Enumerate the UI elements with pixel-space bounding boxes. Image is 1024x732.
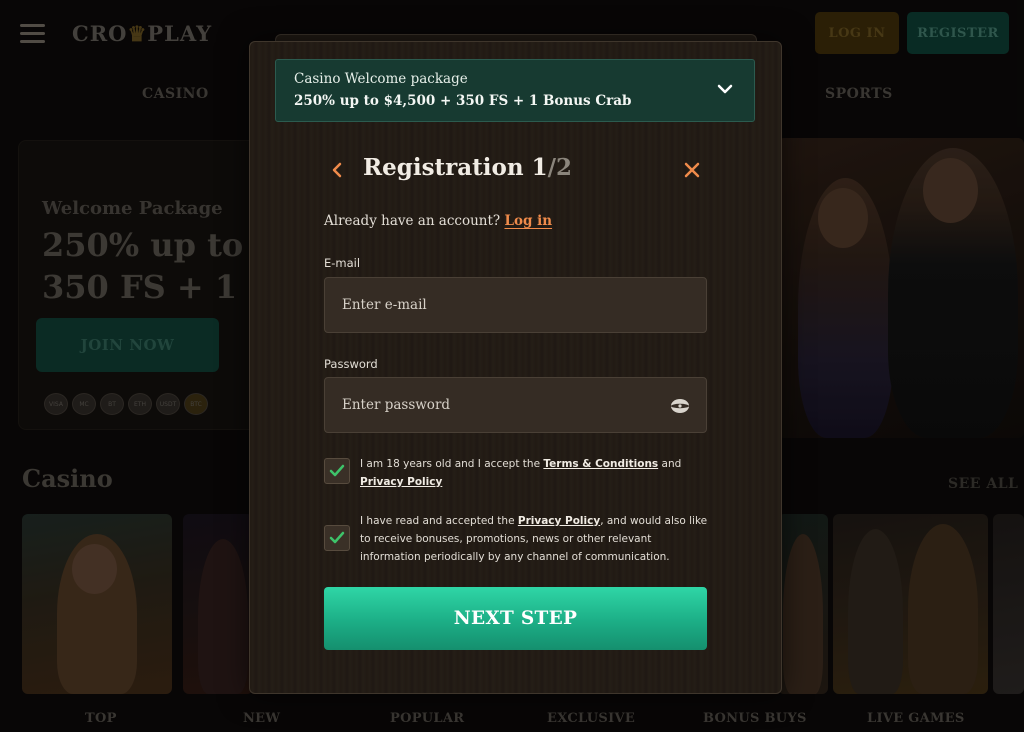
terms-conditions-link[interactable]: Terms & Conditions xyxy=(543,458,658,470)
password-field-wrapper xyxy=(324,377,707,433)
privacy-policy-link[interactable]: Privacy Policy xyxy=(360,476,442,488)
checkmark-icon xyxy=(329,531,345,544)
email-field-wrapper xyxy=(324,277,707,333)
email-field[interactable] xyxy=(325,278,706,332)
close-icon[interactable] xyxy=(683,161,701,179)
privacy-policy-link[interactable]: Privacy Policy xyxy=(518,515,600,527)
package-label: Casino Welcome package xyxy=(294,71,468,87)
package-value: 250% up to $4,500 + 350 FS + 1 Bonus Cra… xyxy=(294,93,632,109)
welcome-package-dropdown[interactable]: Casino Welcome package 250% up to $4,500… xyxy=(275,59,755,122)
age-terms-text: I am 18 years old and I accept the Terms… xyxy=(360,458,682,488)
chevron-down-icon[interactable] xyxy=(716,80,734,98)
marketing-consent-checkbox[interactable] xyxy=(324,525,350,551)
email-label: E-mail xyxy=(324,256,361,270)
next-step-button[interactable]: NEXT STEP xyxy=(324,587,707,650)
already-have-account: Already have an account? Log in xyxy=(324,213,553,229)
login-link[interactable]: Log in xyxy=(504,213,552,229)
password-field[interactable] xyxy=(325,378,706,432)
age-terms-checkbox[interactable] xyxy=(324,458,350,484)
eye-icon[interactable] xyxy=(670,397,690,415)
checkmark-icon xyxy=(329,464,345,477)
registration-title: Registration 1/2 xyxy=(363,154,573,181)
step-current: 1 xyxy=(531,154,548,181)
step-total: /2 xyxy=(547,154,573,181)
marketing-consent-text: I have read and accepted the Privacy Pol… xyxy=(360,515,708,563)
back-arrow-icon[interactable] xyxy=(330,161,344,179)
password-label: Password xyxy=(324,357,378,371)
